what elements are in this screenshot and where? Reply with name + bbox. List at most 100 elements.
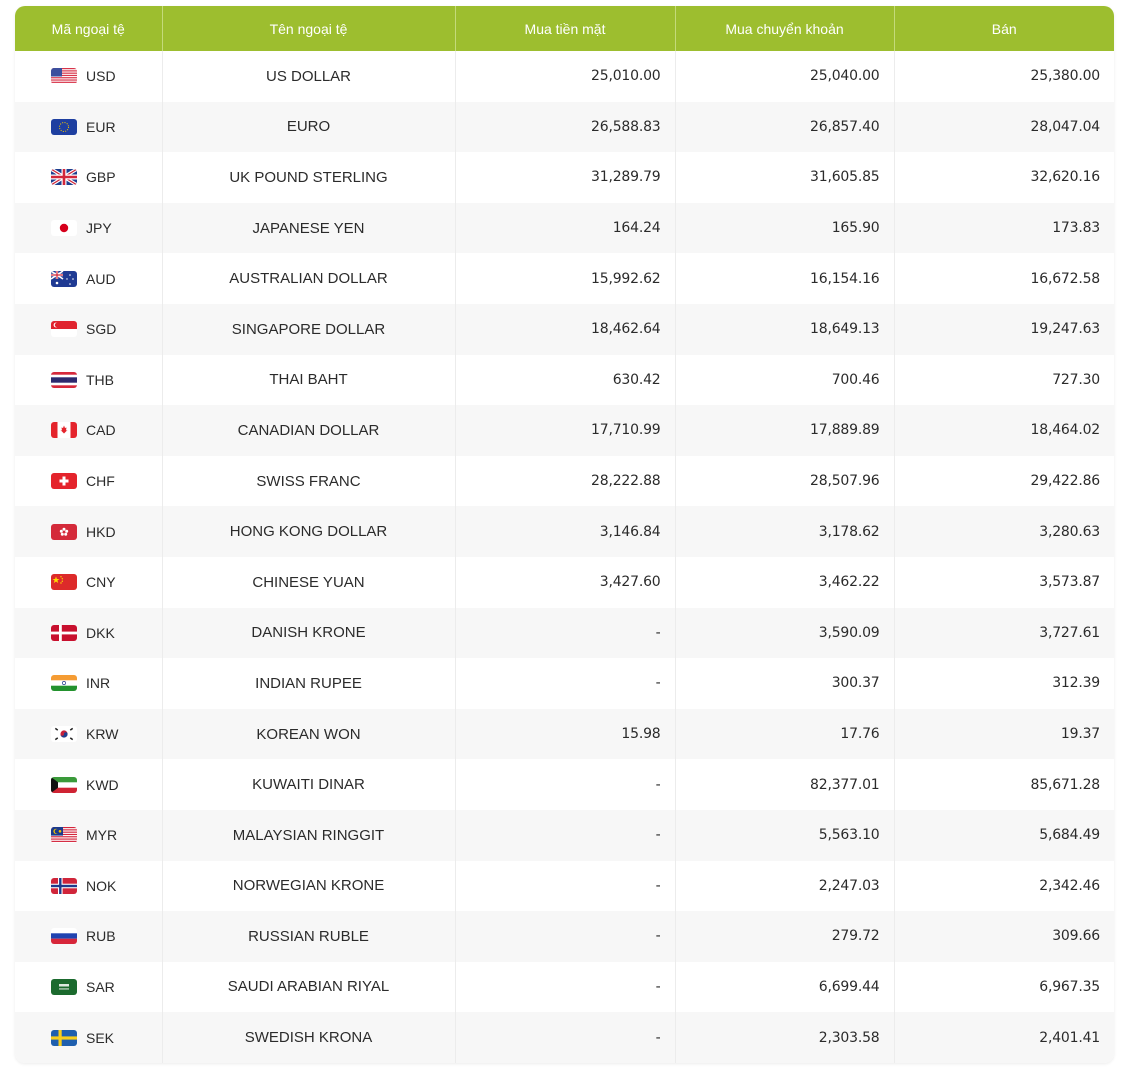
table-row: GBP UK POUND STERLING 31,289.79 31,605.85 32… xyxy=(15,152,1114,203)
currency-name: SINGAPORE DOLLAR xyxy=(162,303,456,355)
table-row: DKK DANISH KRONE -3,590.09 3,727.61 xyxy=(15,607,1114,659)
table-row: SGD SINGAPORE DOLLAR 18,462.64 18,649.13 19,… xyxy=(15,303,1114,355)
transfer-buy-rate: 165.90 xyxy=(675,202,895,254)
currency-code: CAD xyxy=(86,422,116,439)
russia-flag-icon xyxy=(51,928,77,945)
currency-code: RUB xyxy=(86,928,116,945)
transfer-buy-rate: 82,377.01 xyxy=(675,759,895,810)
currency-name: RUSSIAN RUBLE xyxy=(162,911,456,962)
cash-buy-rate: 3,146.84 xyxy=(455,506,676,557)
cell-code: CNY xyxy=(15,556,163,608)
currency-name: JAPANESE YEN xyxy=(162,202,456,254)
cell-code: KWD xyxy=(15,759,163,810)
currency-code: SAR xyxy=(86,978,115,995)
table-row: HKD HONG KONG DOLLAR 3,146.84 3,178.62 3,280… xyxy=(15,506,1114,557)
cell-code: CAD xyxy=(15,405,163,456)
transfer-buy-rate: 3,178.62 xyxy=(675,506,895,557)
currency-name: CANADIAN DOLLAR xyxy=(162,405,456,456)
currency-name: SAUDI ARABIAN RIYAL xyxy=(162,961,456,1013)
table-row: CHF SWISS FRANC 28,222.88 28,507.96 29,422.8… xyxy=(15,455,1114,507)
cash-buy-rate: 3,427.60 xyxy=(455,556,676,608)
transfer-buy-rate: 28,507.96 xyxy=(675,455,895,507)
currency-code: JPY xyxy=(86,220,112,237)
table-row: CAD CANADIAN DOLLAR 17,710.99 17,889.89 18,4… xyxy=(15,405,1114,456)
sell-rate: 3,573.87 xyxy=(894,556,1114,608)
cash-buy-rate: 15.98 xyxy=(455,708,676,760)
cash-buy-rate: 25,010.00 xyxy=(455,51,676,102)
cell-code: CHF xyxy=(15,455,163,507)
cash-buy-rate: 26,588.83 xyxy=(455,101,676,153)
sell-rate: 312.39 xyxy=(894,658,1114,709)
currency-name: US DOLLAR xyxy=(162,51,456,102)
saudi-flag-icon xyxy=(51,978,77,995)
switzerland-flag-icon xyxy=(51,473,77,490)
sweden-flag-icon xyxy=(51,1029,77,1046)
denmark-flag-icon xyxy=(51,624,77,641)
currency-name: NORWEGIAN KRONE xyxy=(162,860,456,912)
sell-rate: 2,342.46 xyxy=(894,860,1114,912)
currency-code: HKD xyxy=(86,523,116,540)
table-row: USD US DOLLAR 25,010.00 25,040.00 25,380.00 xyxy=(15,51,1114,102)
cell-code: RUB xyxy=(15,911,163,962)
cell-code: SGD xyxy=(15,303,163,355)
currency-code: CHF xyxy=(86,473,115,490)
table-row: RUB RUSSIAN RUBLE -279.72 309.66 xyxy=(15,911,1114,962)
transfer-buy-rate: 279.72 xyxy=(675,911,895,962)
currency-code: MYR xyxy=(86,827,118,844)
table-row: EUR EURO 26,588.83 26,857.40 28,047.04 xyxy=(15,101,1114,153)
sell-rate: 727.30 xyxy=(894,354,1114,406)
currency-code: SGD xyxy=(86,321,117,338)
cell-code: HKD xyxy=(15,506,163,557)
currency-code: GBP xyxy=(86,169,116,186)
cash-buy-rate: - xyxy=(455,607,676,659)
canada-flag-icon xyxy=(51,422,77,439)
transfer-buy-rate: 17,889.89 xyxy=(675,405,895,456)
currency-name: KUWAITI DINAR xyxy=(162,759,456,810)
currency-code: EUR xyxy=(86,118,116,135)
exchange-rate-table-container: Mã ngoại tệ Tên ngoại tệ Mua tiền mặt Mu… xyxy=(15,6,1114,1063)
malaysia-flag-icon xyxy=(51,827,77,844)
cell-code: KRW xyxy=(15,708,163,760)
cell-code: DKK xyxy=(15,607,163,659)
currency-name: EURO xyxy=(162,101,456,153)
transfer-buy-rate: 5,563.10 xyxy=(675,809,895,861)
sell-rate: 309.66 xyxy=(894,911,1114,962)
sell-rate: 18,464.02 xyxy=(894,405,1114,456)
table-row: THB THAI BAHT 630.42 700.46 727.30 xyxy=(15,354,1114,406)
exchange-rate-table: Mã ngoại tệ Tên ngoại tệ Mua tiền mặt Mu… xyxy=(15,6,1114,1063)
transfer-buy-rate: 3,462.22 xyxy=(675,556,895,608)
cash-buy-rate: 15,992.62 xyxy=(455,253,676,304)
currency-name: SWISS FRANC xyxy=(162,455,456,507)
table-row: JPY JAPANESE YEN 164.24 165.90 173.83 xyxy=(15,202,1114,254)
cash-buy-rate: 17,710.99 xyxy=(455,405,676,456)
table-row: NOK NORWEGIAN KRONE -2,247.03 2,342.46 xyxy=(15,860,1114,912)
cell-code: JPY xyxy=(15,202,163,254)
cell-code: INR xyxy=(15,658,163,709)
cash-buy-rate: 31,289.79 xyxy=(455,152,676,203)
header-sell: Bán xyxy=(894,6,1114,51)
transfer-buy-rate: 6,699.44 xyxy=(675,961,895,1013)
transfer-buy-rate: 25,040.00 xyxy=(675,51,895,102)
sell-rate: 32,620.16 xyxy=(894,152,1114,203)
currency-name: CHINESE YUAN xyxy=(162,556,456,608)
sell-rate: 5,684.49 xyxy=(894,809,1114,861)
currency-name: AUSTRALIAN DOLLAR xyxy=(162,253,456,304)
cash-buy-rate: 28,222.88 xyxy=(455,455,676,507)
currency-code: KRW xyxy=(86,726,119,743)
table-header: Mã ngoại tệ Tên ngoại tệ Mua tiền mặt Mu… xyxy=(15,6,1114,51)
table-body: USD US DOLLAR 25,010.00 25,040.00 25,380.00 E… xyxy=(15,51,1114,1063)
currency-code: DKK xyxy=(86,624,115,641)
table-row: AUD AUSTRALIAN DOLLAR 15,992.62 16,154.16 16… xyxy=(15,253,1114,304)
kuwait-flag-icon xyxy=(51,776,77,793)
table-row: SAR SAUDI ARABIAN RIYAL -6,699.44 6,967.35 xyxy=(15,961,1114,1013)
cell-code: AUD xyxy=(15,253,163,304)
currency-code: NOK xyxy=(86,877,117,894)
table-row: SEK SWEDISH KRONA -2,303.58 2,401.41 xyxy=(15,1012,1114,1063)
cash-buy-rate: 18,462.64 xyxy=(455,303,676,355)
cell-code: USD xyxy=(15,51,163,102)
cell-code: MYR xyxy=(15,809,163,861)
china-flag-icon xyxy=(51,574,77,591)
table-row: KRW KOREAN WON 15.98 17.76 19.37 xyxy=(15,708,1114,760)
table-row: INR INDIAN RUPEE -300.37 312.39 xyxy=(15,658,1114,709)
transfer-buy-rate: 700.46 xyxy=(675,354,895,406)
